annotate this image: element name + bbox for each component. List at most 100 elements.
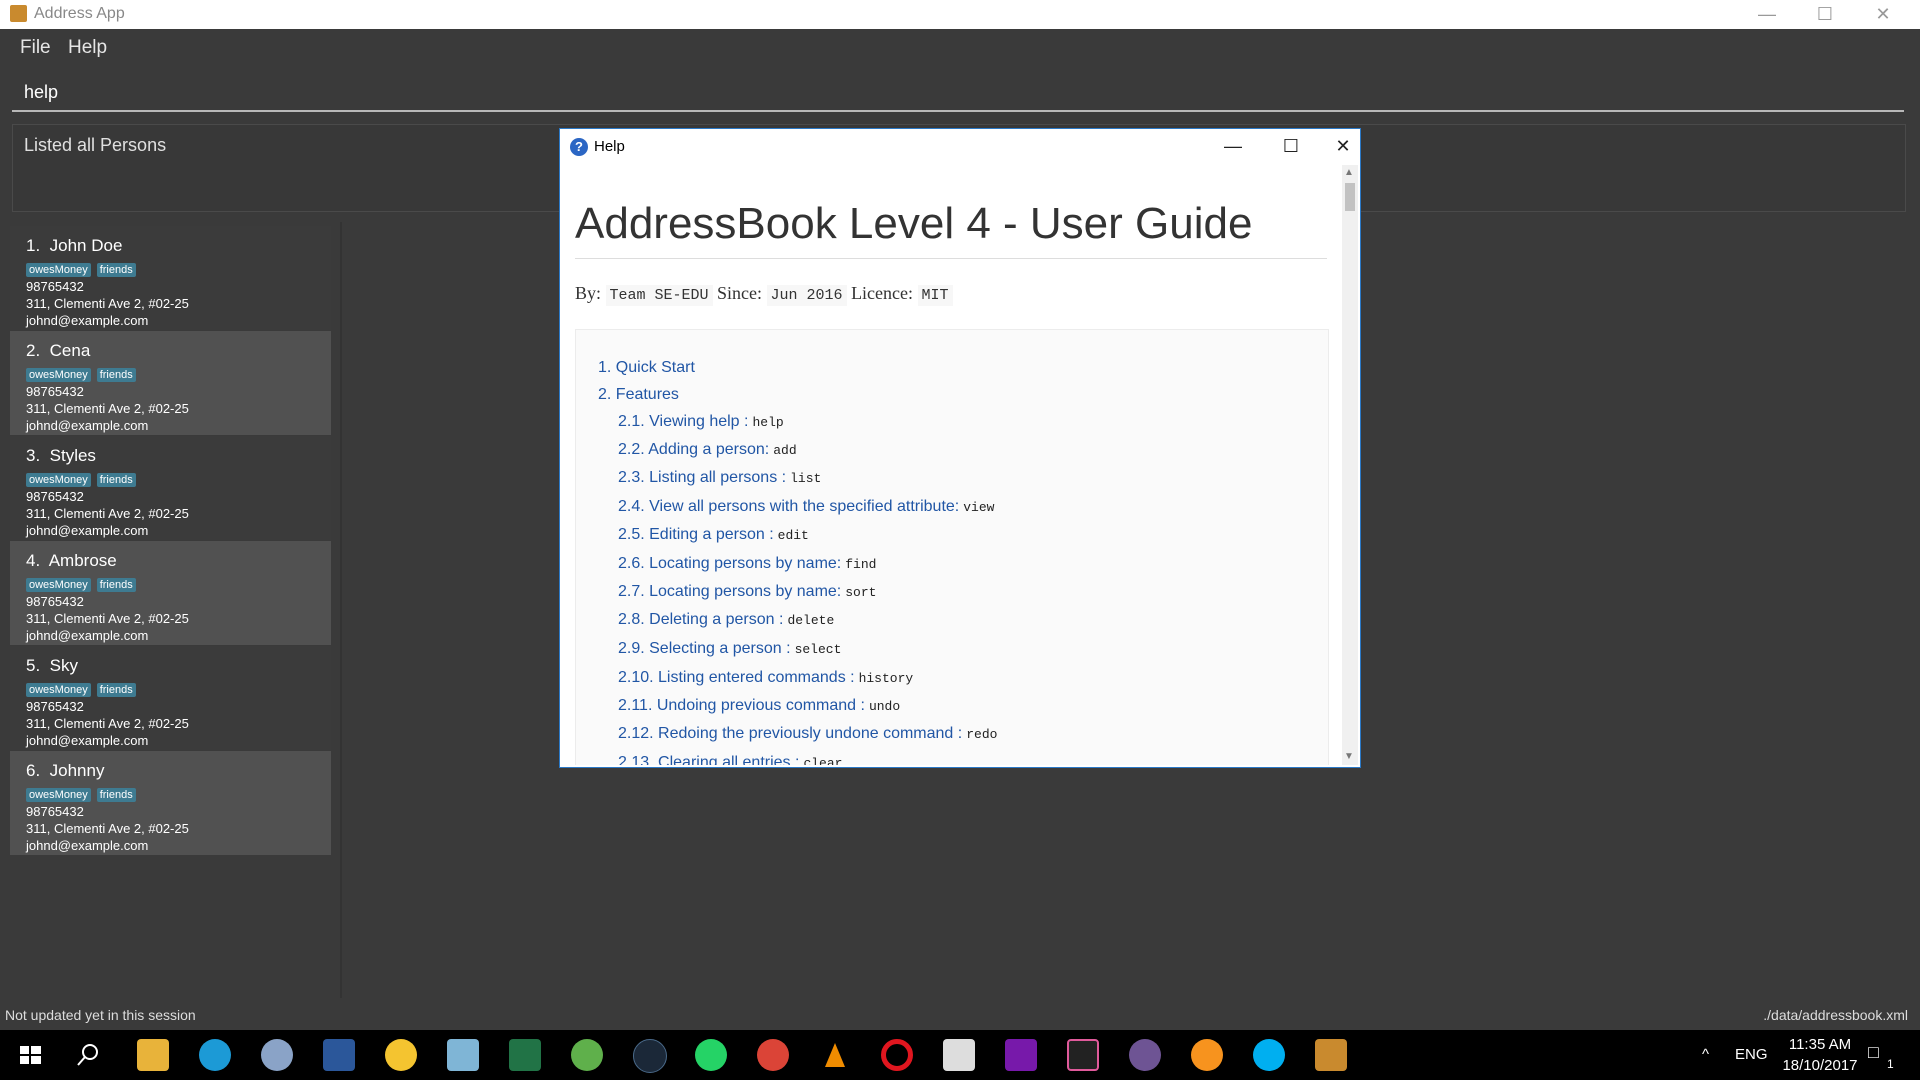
file-explorer-icon[interactable]: [137, 1039, 169, 1071]
person-address: 311, Clementi Ave 2, #02-25: [26, 296, 189, 311]
toc-link[interactable]: 2.3. Listing all persons : list: [618, 469, 821, 487]
toc-link[interactable]: 2.6. Locating persons by name: find: [618, 555, 876, 573]
language-indicator[interactable]: ENG: [1735, 1046, 1768, 1063]
tag: owesMoney: [26, 788, 91, 802]
intellij-icon[interactable]: [1067, 1039, 1099, 1071]
toc-link[interactable]: 2.10. Listing entered commands : history: [618, 669, 913, 687]
skype-icon[interactable]: [1253, 1039, 1285, 1071]
toc-link[interactable]: 2.9. Selecting a person : select: [618, 640, 841, 658]
person-address: 311, Clementi Ave 2, #02-25: [26, 716, 189, 731]
table-of-contents: 1. Quick Start 2. Features 2.1. Viewing …: [575, 329, 1329, 765]
chrome-icon[interactable]: [757, 1039, 789, 1071]
toc-link[interactable]: 2.13. Clearing all entries : clear: [618, 754, 842, 765]
utorrent-icon[interactable]: [571, 1039, 603, 1071]
word-icon[interactable]: [323, 1039, 355, 1071]
help-close-button[interactable]: ✕: [1329, 133, 1357, 159]
person-card[interactable]: 4. Ambrose owesMoney friends 98765432 311…: [10, 541, 331, 645]
person-card[interactable]: 5. Sky owesMoney friends 98765432 311, Cl…: [10, 646, 331, 750]
person-card[interactable]: 6. Johnny owesMoney friends 98765432 311,…: [10, 751, 331, 855]
menu-bar: File Help: [0, 29, 1920, 66]
person-card[interactable]: 1. John Doe owesMoney friends 98765432 31…: [10, 226, 331, 330]
scroll-down-arrow[interactable]: ▼: [1344, 751, 1354, 762]
command-input[interactable]: help: [12, 72, 1904, 112]
person-name: 1. John Doe: [26, 236, 123, 255]
person-card[interactable]: 2. Cena owesMoney friends 98765432 311, C…: [10, 331, 331, 435]
person-phone: 98765432: [26, 804, 84, 819]
tips-icon[interactable]: [385, 1039, 417, 1071]
toc-link[interactable]: 2.5. Editing a person : edit: [618, 526, 809, 544]
person-phone: 98765432: [26, 279, 84, 294]
windows-taskbar: ^ ENG 11:35 AM 18/10/2017 □ 1: [0, 1030, 1920, 1080]
user-guide-title: AddressBook Level 4 - User Guide: [575, 199, 1253, 248]
tag: friends: [96, 473, 136, 487]
whatsapp-icon[interactable]: [695, 1039, 727, 1071]
person-tags: owesMoney friends: [26, 785, 142, 803]
person-name: 4. Ambrose: [26, 551, 117, 570]
help-minimize-button[interactable]: —: [1213, 133, 1253, 159]
user-guide-content[interactable]: AddressBook Level 4 - User Guide By: Tea…: [560, 163, 1340, 765]
toc-link[interactable]: 2.12. Redoing the previously undone comm…: [618, 725, 997, 743]
sync-status: Not updated yet in this session: [5, 1007, 196, 1023]
clock-date[interactable]: 18/10/2017: [1775, 1057, 1865, 1074]
person-name: 6. Johnny: [26, 761, 105, 780]
notification-icon[interactable]: □: [1868, 1042, 1879, 1063]
paint-icon[interactable]: [261, 1039, 293, 1071]
toc-link[interactable]: 2.2. Adding a person: add: [618, 441, 797, 459]
scroll-up-arrow[interactable]: ▲: [1344, 167, 1354, 178]
tag: owesMoney: [26, 263, 91, 277]
result-text: Listed all Persons: [24, 135, 167, 155]
person-address: 311, Clementi Ave 2, #02-25: [26, 506, 189, 521]
menu-help[interactable]: Help: [68, 37, 107, 59]
toc-link[interactable]: 2.11. Undoing previous command : undo: [618, 697, 900, 715]
person-tags: owesMoney friends: [26, 260, 142, 278]
help-window-title: Help: [594, 138, 625, 155]
person-list[interactable]: 1. John Doe owesMoney friends 98765432 31…: [10, 226, 332, 996]
app-icon[interactable]: [199, 1039, 231, 1071]
vlc-icon[interactable]: [819, 1039, 851, 1071]
person-name: 5. Sky: [26, 656, 78, 675]
person-email: johnd@example.com: [26, 628, 149, 643]
address-app-taskbar-icon[interactable]: [1315, 1039, 1347, 1071]
scrollbar-thumb[interactable]: [1345, 183, 1355, 211]
search-icon[interactable]: [72, 1039, 104, 1071]
help-icon: ?: [570, 138, 588, 156]
toc-link[interactable]: 2.4. View all persons with the specified…: [618, 498, 994, 516]
toc-link[interactable]: 2.8. Deleting a person : delete: [618, 611, 834, 629]
opera-icon[interactable]: [881, 1039, 913, 1071]
menu-file[interactable]: File: [20, 37, 51, 59]
excel-icon[interactable]: [509, 1039, 541, 1071]
window-title: Address App: [34, 5, 125, 22]
maximize-button[interactable]: ☐: [1796, 0, 1854, 29]
close-button[interactable]: ✕: [1854, 0, 1912, 29]
minimize-button[interactable]: —: [1738, 0, 1796, 29]
toc-link[interactable]: 2.7. Locating persons by name: sort: [618, 583, 876, 601]
photos-icon[interactable]: [943, 1039, 975, 1071]
tag: friends: [96, 263, 136, 277]
person-phone: 98765432: [26, 699, 84, 714]
help-maximize-button[interactable]: ☐: [1271, 133, 1311, 159]
person-email: johnd@example.com: [26, 418, 149, 433]
steam-icon[interactable]: [633, 1039, 667, 1073]
notes-icon[interactable]: [447, 1039, 479, 1071]
toc-link[interactable]: 2. Features: [598, 386, 679, 404]
onenote-icon[interactable]: [1005, 1039, 1037, 1071]
person-tags: owesMoney friends: [26, 365, 142, 383]
help-scrollbar[interactable]: ▲ ▼: [1342, 165, 1358, 765]
person-email: johnd@example.com: [26, 733, 149, 748]
tag: owesMoney: [26, 683, 91, 697]
person-name: 3. Styles: [26, 446, 96, 465]
toc-link[interactable]: 1. Quick Start: [598, 359, 695, 377]
tag: owesMoney: [26, 368, 91, 382]
toc-link[interactable]: 2.1. Viewing help : help: [618, 413, 784, 431]
clock-time[interactable]: 11:35 AM: [1780, 1036, 1860, 1053]
person-card[interactable]: 3. Styles owesMoney friends 98765432 311,…: [10, 436, 331, 540]
help-window[interactable]: ? Help — ☐ ✕ AddressBook Level 4 - User …: [559, 128, 1361, 768]
chevron-up-icon[interactable]: ^: [1702, 1046, 1709, 1063]
tag: owesMoney: [26, 578, 91, 592]
github-icon[interactable]: [1129, 1039, 1161, 1071]
document-byline: By: Team SE-EDU Since: Jun 2016 Licence:…: [575, 283, 953, 306]
app-icon[interactable]: [1191, 1039, 1223, 1071]
person-address: 311, Clementi Ave 2, #02-25: [26, 401, 189, 416]
windows-start-icon[interactable]: [14, 1039, 46, 1071]
split-pane-divider[interactable]: [340, 222, 342, 998]
